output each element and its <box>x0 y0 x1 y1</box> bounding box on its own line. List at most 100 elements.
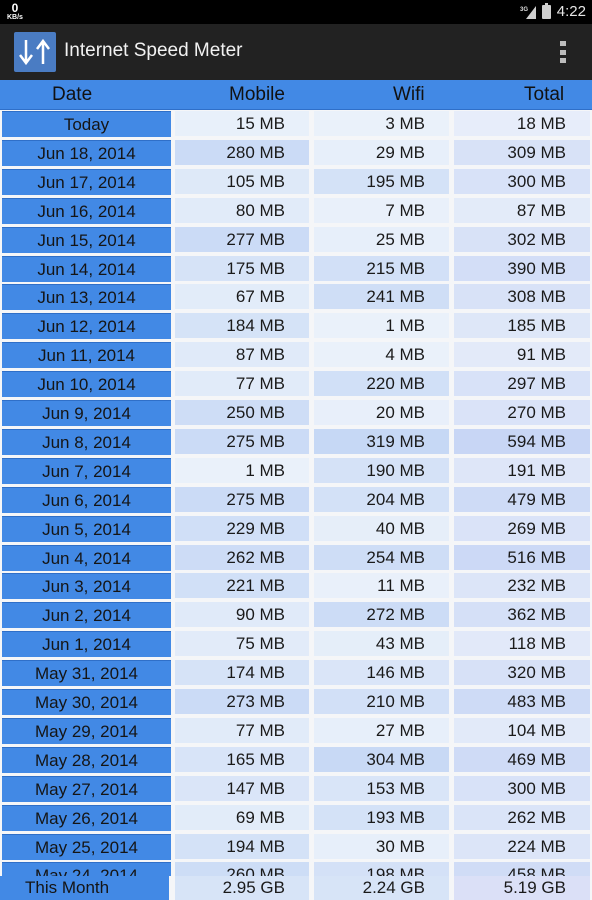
wifi-cell: 40 MB <box>314 516 449 541</box>
date-cell: Jun 4, 2014 <box>2 545 171 571</box>
date-cell: Today <box>2 111 171 137</box>
mobile-cell: 260 MB <box>175 862 309 876</box>
column-header-wifi[interactable]: Wifi <box>393 84 425 106</box>
month-summary-row: This Month 2.95 GB 2.24 GB 5.19 GB <box>0 876 592 900</box>
table-row[interactable]: Jun 2, 2014 90 MB 272 MB 362 MB <box>0 602 592 628</box>
wifi-cell: 210 MB <box>314 689 449 714</box>
total-cell: 262 MB <box>454 805 590 830</box>
network-speed-indicator: 0 KB/s <box>7 2 23 21</box>
table-row[interactable]: Jun 5, 2014 229 MB 40 MB 269 MB <box>0 516 592 542</box>
date-cell: Jun 12, 2014 <box>2 313 171 339</box>
total-cell: 185 MB <box>454 313 590 338</box>
table-row[interactable]: Jun 14, 2014 175 MB 215 MB 390 MB <box>0 256 592 282</box>
table-row[interactable]: Jun 17, 2014 105 MB 195 MB 300 MB <box>0 169 592 195</box>
total-cell: 18 MB <box>454 111 590 136</box>
total-cell: 269 MB <box>454 516 590 541</box>
date-cell: May 25, 2014 <box>2 834 171 860</box>
total-cell: 309 MB <box>454 140 590 165</box>
wifi-cell: 195 MB <box>314 169 449 194</box>
table-row[interactable]: Jun 18, 2014 280 MB 29 MB 309 MB <box>0 140 592 166</box>
wifi-cell: 29 MB <box>314 140 449 165</box>
table-row[interactable]: Jun 11, 2014 87 MB 4 MB 91 MB <box>0 342 592 368</box>
total-cell: 594 MB <box>454 429 590 454</box>
date-cell: Jun 14, 2014 <box>2 256 171 282</box>
total-cell: 232 MB <box>454 573 590 598</box>
total-cell: 390 MB <box>454 256 590 281</box>
mobile-cell: 165 MB <box>175 747 309 772</box>
wifi-cell: 1 MB <box>314 313 449 338</box>
total-cell: 302 MB <box>454 227 590 252</box>
date-cell: Jun 3, 2014 <box>2 573 171 599</box>
table-row[interactable]: Jun 6, 2014 275 MB 204 MB 479 MB <box>0 487 592 513</box>
table-row[interactable]: Jun 12, 2014 184 MB 1 MB 185 MB <box>0 313 592 339</box>
date-cell: Jun 6, 2014 <box>2 487 171 513</box>
table-row[interactable]: May 27, 2014 147 MB 153 MB 300 MB <box>0 776 592 802</box>
mobile-cell: 69 MB <box>175 805 309 830</box>
total-cell: 87 MB <box>454 198 590 223</box>
wifi-cell: 204 MB <box>314 487 449 512</box>
wifi-cell: 304 MB <box>314 747 449 772</box>
wifi-cell: 25 MB <box>314 227 449 252</box>
table-row[interactable]: Jun 8, 2014 275 MB 319 MB 594 MB <box>0 429 592 455</box>
table-row[interactable]: Jun 10, 2014 77 MB 220 MB 297 MB <box>0 371 592 397</box>
wifi-cell: 220 MB <box>314 371 449 396</box>
mobile-cell: 262 MB <box>175 545 309 570</box>
table-row[interactable]: Jun 3, 2014 221 MB 11 MB 232 MB <box>0 573 592 599</box>
total-cell: 362 MB <box>454 602 590 627</box>
status-bar: 0 KB/s 3G 4:22 <box>0 0 592 24</box>
table-row[interactable]: Jun 7, 2014 1 MB 190 MB 191 MB <box>0 458 592 484</box>
date-cell: Jun 7, 2014 <box>2 458 171 484</box>
column-header-date[interactable]: Date <box>52 84 92 106</box>
total-cell: 308 MB <box>454 284 590 309</box>
total-cell: 516 MB <box>454 545 590 570</box>
mobile-cell: 280 MB <box>175 140 309 165</box>
mobile-cell: 147 MB <box>175 776 309 801</box>
speed-unit: KB/s <box>7 14 23 21</box>
mobile-cell: 75 MB <box>175 631 309 656</box>
overflow-menu-icon[interactable] <box>560 41 566 63</box>
table-row[interactable]: May 31, 2014 174 MB 146 MB 320 MB <box>0 660 592 686</box>
date-cell: Jun 5, 2014 <box>2 516 171 542</box>
table-row[interactable]: Jun 9, 2014 250 MB 20 MB 270 MB <box>0 400 592 426</box>
table-row[interactable]: May 28, 2014 165 MB 304 MB 469 MB <box>0 747 592 773</box>
column-header-total[interactable]: Total <box>524 84 564 106</box>
table-row[interactable]: Jun 15, 2014 277 MB 25 MB 302 MB <box>0 227 592 253</box>
table-header: Date Mobile Wifi Total <box>0 80 592 110</box>
mobile-cell: 275 MB <box>175 487 309 512</box>
battery-charging-icon <box>541 2 551 19</box>
signal-3g-icon: 3G <box>520 5 536 19</box>
date-cell: May 29, 2014 <box>2 718 171 744</box>
table-row[interactable]: May 26, 2014 69 MB 193 MB 262 MB <box>0 805 592 831</box>
wifi-cell: 43 MB <box>314 631 449 656</box>
wifi-cell: 20 MB <box>314 400 449 425</box>
mobile-cell: 250 MB <box>175 400 309 425</box>
column-header-mobile[interactable]: Mobile <box>229 84 285 106</box>
wifi-cell: 153 MB <box>314 776 449 801</box>
wifi-cell: 4 MB <box>314 342 449 367</box>
mobile-cell: 80 MB <box>175 198 309 223</box>
summary-total: 5.19 GB <box>454 876 590 900</box>
table-row[interactable]: May 30, 2014 273 MB 210 MB 483 MB <box>0 689 592 715</box>
usage-table[interactable]: Today 15 MB 3 MB 18 MB Jun 18, 2014 280 MB 29 … <box>0 111 592 876</box>
table-row[interactable]: Jun 1, 2014 75 MB 43 MB 118 MB <box>0 631 592 657</box>
mobile-cell: 1 MB <box>175 458 309 483</box>
up-down-arrows-icon[interactable] <box>14 32 56 72</box>
date-cell: Jun 8, 2014 <box>2 429 171 455</box>
table-row[interactable]: Today 15 MB 3 MB 18 MB <box>0 111 592 137</box>
mobile-cell: 105 MB <box>175 169 309 194</box>
table-row[interactable]: Jun 16, 2014 80 MB 7 MB 87 MB <box>0 198 592 224</box>
total-cell: 118 MB <box>454 631 590 656</box>
wifi-cell: 215 MB <box>314 256 449 281</box>
table-row[interactable]: May 24, 2014 260 MB 198 MB 458 MB <box>0 862 592 876</box>
date-cell: Jun 9, 2014 <box>2 400 171 426</box>
speed-value: 0 <box>11 1 19 15</box>
table-row[interactable]: Jun 4, 2014 262 MB 254 MB 516 MB <box>0 545 592 571</box>
total-cell: 191 MB <box>454 458 590 483</box>
total-cell: 469 MB <box>454 747 590 772</box>
table-row[interactable]: May 25, 2014 194 MB 30 MB 224 MB <box>0 834 592 860</box>
table-row[interactable]: May 29, 2014 77 MB 27 MB 104 MB <box>0 718 592 744</box>
mobile-cell: 229 MB <box>175 516 309 541</box>
total-cell: 300 MB <box>454 169 590 194</box>
wifi-cell: 193 MB <box>314 805 449 830</box>
table-row[interactable]: Jun 13, 2014 67 MB 241 MB 308 MB <box>0 284 592 310</box>
